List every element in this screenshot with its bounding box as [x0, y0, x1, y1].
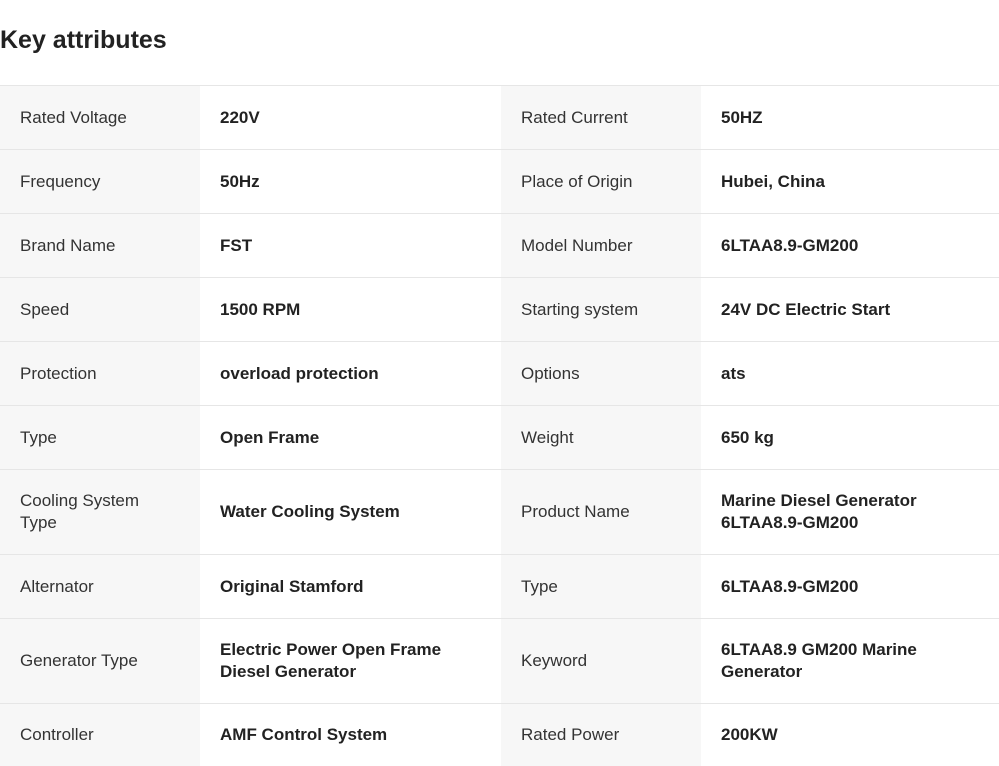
attribute-label: Type	[501, 555, 701, 619]
attribute-label: Keyword	[501, 619, 701, 704]
attribute-label: Speed	[0, 278, 200, 342]
attribute-value: 200KW	[701, 704, 999, 766]
attribute-value: 650 kg	[701, 406, 999, 470]
attribute-row: Controller AMF Control System Rated Powe…	[0, 704, 999, 766]
attribute-value: 24V DC Electric Start	[701, 278, 999, 342]
attribute-value: 50Hz	[200, 150, 501, 214]
section-title: Key attributes	[0, 26, 167, 55]
attribute-value: Electric Power Open Frame Diesel Generat…	[200, 619, 501, 704]
attribute-row: Rated Voltage 220V Rated Current 50HZ	[0, 86, 999, 150]
attribute-value: AMF Control System	[200, 704, 501, 766]
attribute-row: Frequency 50Hz Place of Origin Hubei, Ch…	[0, 150, 999, 214]
attribute-row: Speed 1500 RPM Starting system 24V DC El…	[0, 278, 999, 342]
attribute-label: Alternator	[0, 555, 200, 619]
attribute-value: overload protection	[200, 342, 501, 406]
attribute-value: FST	[200, 214, 501, 278]
attribute-value: Hubei, China	[701, 150, 999, 214]
attribute-value: ats	[701, 342, 999, 406]
attribute-label: Frequency	[0, 150, 200, 214]
attribute-value: Marine Diesel Generator 6LTAA8.9-GM200	[701, 470, 999, 555]
attribute-label: Place of Origin	[501, 150, 701, 214]
attribute-value: 6LTAA8.9-GM200	[701, 214, 999, 278]
attribute-value: Original Stamford	[200, 555, 501, 619]
attribute-value: Water Cooling System	[200, 470, 501, 555]
attribute-label: Rated Power	[501, 704, 701, 766]
key-attributes-table: Rated Voltage 220V Rated Current 50HZ Fr…	[0, 85, 999, 766]
attribute-row: Alternator Original Stamford Type 6LTAA8…	[0, 555, 999, 619]
attribute-value: 6LTAA8.9-GM200	[701, 555, 999, 619]
attribute-label: Rated Current	[501, 86, 701, 150]
attribute-label: Controller	[0, 704, 200, 766]
attribute-value: Open Frame	[200, 406, 501, 470]
attribute-value: 220V	[200, 86, 501, 150]
attribute-label: Generator Type	[0, 619, 200, 704]
attribute-value: 50HZ	[701, 86, 999, 150]
attribute-label: Protection	[0, 342, 200, 406]
attribute-label: Cooling System Type	[0, 470, 200, 555]
attribute-value: 6LTAA8.9 GM200 Marine Generator	[701, 619, 999, 704]
attribute-label: Product Name	[501, 470, 701, 555]
attribute-label: Brand Name	[0, 214, 200, 278]
attribute-row: Generator Type Electric Power Open Frame…	[0, 619, 999, 704]
attribute-label: Weight	[501, 406, 701, 470]
attribute-row: Protection overload protection Options a…	[0, 342, 999, 406]
attribute-label: Type	[0, 406, 200, 470]
attribute-row: Type Open Frame Weight 650 kg	[0, 406, 999, 470]
attribute-label: Model Number	[501, 214, 701, 278]
attribute-label: Starting system	[501, 278, 701, 342]
attribute-row: Brand Name FST Model Number 6LTAA8.9-GM2…	[0, 214, 999, 278]
attribute-row: Cooling System Type Water Cooling System…	[0, 470, 999, 555]
attribute-label: Options	[501, 342, 701, 406]
attribute-value: 1500 RPM	[200, 278, 501, 342]
attribute-label: Rated Voltage	[0, 86, 200, 150]
